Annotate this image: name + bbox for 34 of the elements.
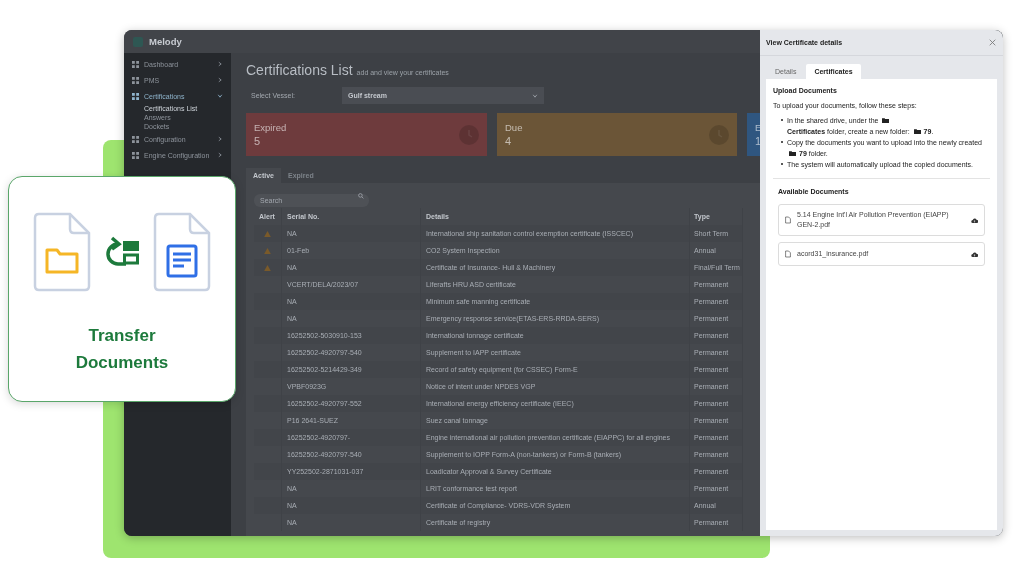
warning-icon (264, 265, 271, 272)
chevron-icon (217, 77, 223, 83)
grid-icon (132, 151, 139, 159)
chevron-icon (217, 152, 223, 158)
text-document-icon (152, 212, 212, 292)
file-icon (785, 250, 791, 258)
warning-icon (264, 231, 271, 238)
app-name: Melody (149, 36, 182, 47)
feature-title: Transfer Documents (74, 325, 170, 374)
grid-icon (132, 60, 139, 68)
folder-icon (882, 117, 890, 124)
folder-document-icon (32, 212, 92, 292)
chevron-icon (217, 61, 223, 67)
folder-icon (913, 128, 921, 135)
chevron-icon (217, 136, 223, 142)
search-icon (358, 192, 364, 199)
file-icon (785, 216, 791, 224)
warning-icon (264, 248, 271, 255)
grid-icon (132, 92, 139, 100)
stat-count: 1 (755, 135, 762, 147)
close-icon[interactable] (989, 39, 996, 46)
cloud-download-icon[interactable] (971, 251, 978, 257)
folder-icon (789, 150, 796, 157)
page-title: Certifications List (246, 62, 353, 78)
stat-label: Expired (254, 122, 287, 133)
stat-count: 4 (505, 135, 513, 147)
grid-icon (132, 76, 139, 84)
cloud-download-icon[interactable] (971, 217, 978, 223)
stat-label: Due (505, 122, 523, 133)
stat-count: 5 (254, 135, 262, 147)
chevron-icon (217, 93, 223, 99)
transfer-icon (104, 236, 140, 268)
chevron-icon (532, 92, 538, 99)
grid-icon (132, 135, 139, 143)
